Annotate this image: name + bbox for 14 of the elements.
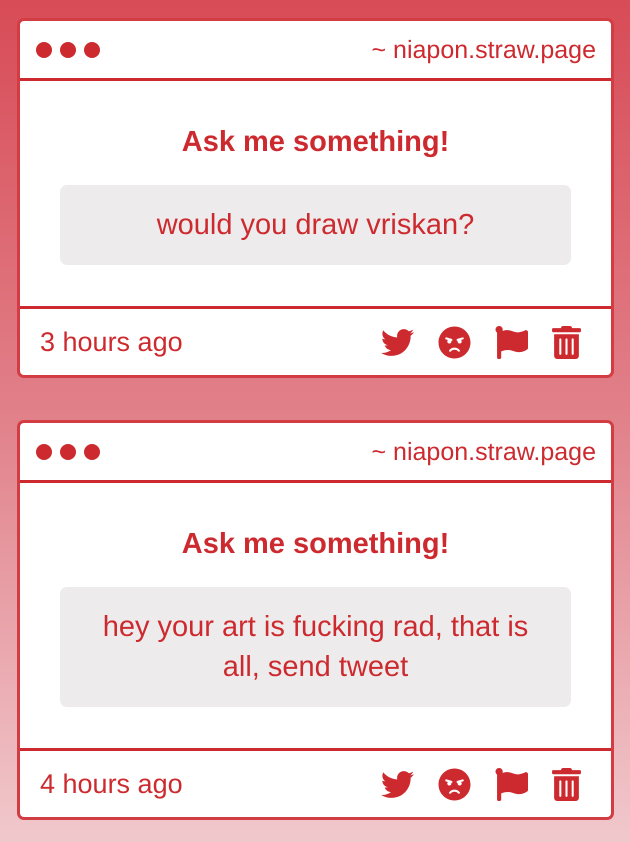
angry-face-icon[interactable]	[438, 326, 471, 358]
card-title: Ask me something!	[182, 125, 450, 159]
flag-icon[interactable]	[495, 768, 528, 800]
trash-icon[interactable]	[552, 326, 581, 358]
timestamp: 4 hours ago	[40, 768, 183, 800]
question-text: would you draw vriskan?	[60, 185, 571, 265]
timestamp: 3 hours ago	[40, 326, 183, 358]
page-url: ~ niapon.straw.page	[372, 34, 596, 64]
trash-icon[interactable]	[552, 768, 581, 800]
card-title: Ask me something!	[182, 527, 450, 561]
page-url: ~ niapon.straw.page	[372, 436, 596, 466]
question-text: hey your art is fucking rad, that is all, send tweet	[60, 587, 571, 707]
angry-face-icon[interactable]	[438, 768, 471, 800]
flag-icon[interactable]	[495, 326, 528, 358]
